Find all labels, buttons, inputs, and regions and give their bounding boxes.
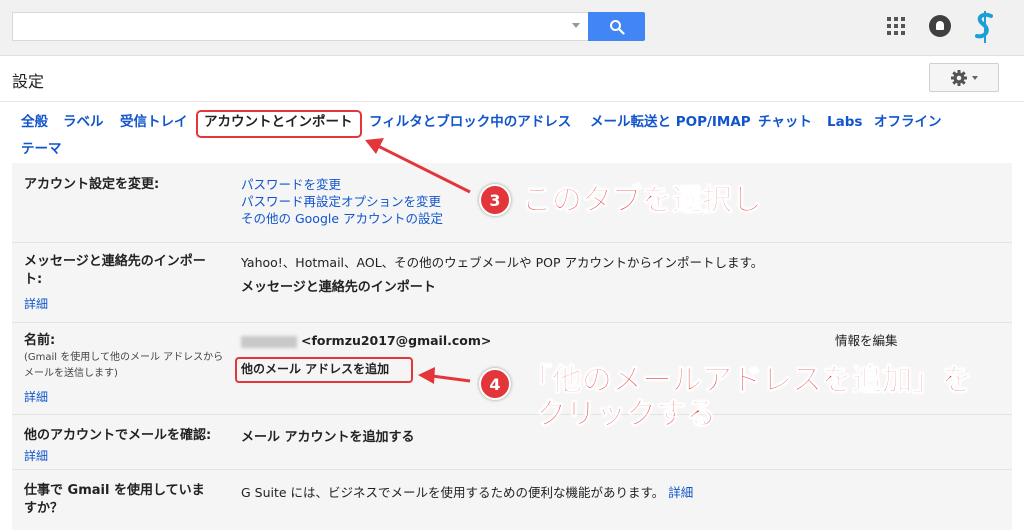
callout-step4-line: 「他のメールアドレスを追加」を	[522, 363, 973, 398]
callout-step3-text: このタブを選択し	[522, 183, 763, 218]
callout-step4-line: クリックする	[536, 397, 717, 432]
annotation-arrow-3	[377, 144, 471, 194]
step-number-badge: 3	[479, 184, 511, 216]
annotation-arrows	[365, 138, 471, 384]
annotation-arrow-4	[431, 374, 471, 383]
callout-step4-text: 「他のメールアドレスを追加」を クリックする	[522, 363, 973, 432]
step-number-badge: 4	[479, 368, 511, 400]
annotation-arrowhead-4	[418, 367, 435, 384]
